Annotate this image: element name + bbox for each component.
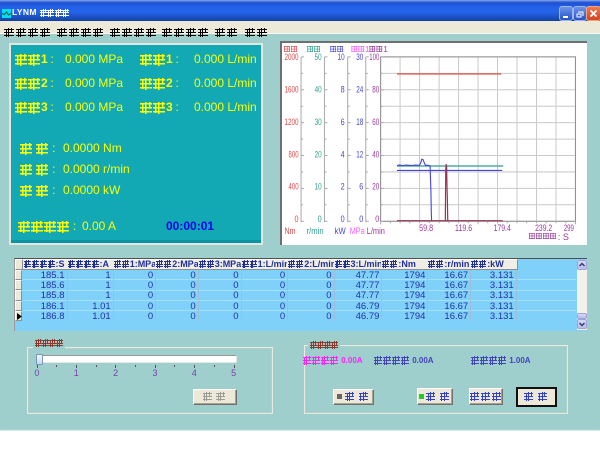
svg-text:24: 24 bbox=[356, 84, 363, 94]
svg-text:8: 8 bbox=[341, 84, 345, 94]
svg-text:10: 10 bbox=[315, 182, 322, 192]
svg-text:30: 30 bbox=[356, 52, 363, 62]
svg-text:18: 18 bbox=[356, 117, 363, 127]
svg-text:100: 100 bbox=[369, 52, 379, 62]
svg-text:119.6: 119.6 bbox=[455, 223, 472, 233]
svg-text:0: 0 bbox=[359, 214, 363, 224]
svg-text:1600: 1600 bbox=[285, 84, 299, 94]
svg-text:0: 0 bbox=[341, 214, 345, 224]
svg-text:800: 800 bbox=[289, 149, 299, 159]
svg-text:0: 0 bbox=[295, 214, 299, 224]
svg-text:: S: : S bbox=[558, 232, 569, 242]
svg-text:MPa: MPa bbox=[350, 226, 366, 236]
svg-text:2000: 2000 bbox=[285, 52, 299, 62]
svg-text:1: 1 bbox=[383, 45, 388, 54]
svg-text:6: 6 bbox=[359, 182, 363, 192]
svg-text:2: 2 bbox=[341, 182, 345, 192]
svg-text:50: 50 bbox=[315, 52, 322, 62]
svg-text:40: 40 bbox=[372, 149, 379, 159]
svg-text:0: 0 bbox=[375, 214, 379, 224]
svg-text:10: 10 bbox=[338, 52, 345, 62]
svg-text:4: 4 bbox=[341, 149, 345, 159]
svg-text:r/min: r/min bbox=[307, 226, 324, 236]
svg-text:20: 20 bbox=[315, 149, 322, 159]
svg-text:12: 12 bbox=[356, 149, 363, 159]
svg-text:40: 40 bbox=[315, 84, 322, 94]
svg-text:239.2: 239.2 bbox=[535, 223, 552, 233]
svg-text:1200: 1200 bbox=[285, 117, 299, 127]
svg-text:kW: kW bbox=[335, 226, 346, 236]
svg-text:179.4: 179.4 bbox=[494, 223, 511, 233]
svg-text:Nm: Nm bbox=[285, 226, 296, 236]
svg-text:L/min: L/min bbox=[367, 226, 385, 236]
svg-text:6: 6 bbox=[341, 117, 345, 127]
svg-text:0: 0 bbox=[318, 214, 322, 224]
svg-text:20: 20 bbox=[372, 182, 379, 192]
svg-text:60: 60 bbox=[372, 117, 379, 127]
svg-text:59.8: 59.8 bbox=[419, 223, 433, 233]
svg-text:80: 80 bbox=[372, 84, 379, 94]
svg-text:30: 30 bbox=[315, 117, 322, 127]
svg-text:400: 400 bbox=[289, 182, 299, 192]
